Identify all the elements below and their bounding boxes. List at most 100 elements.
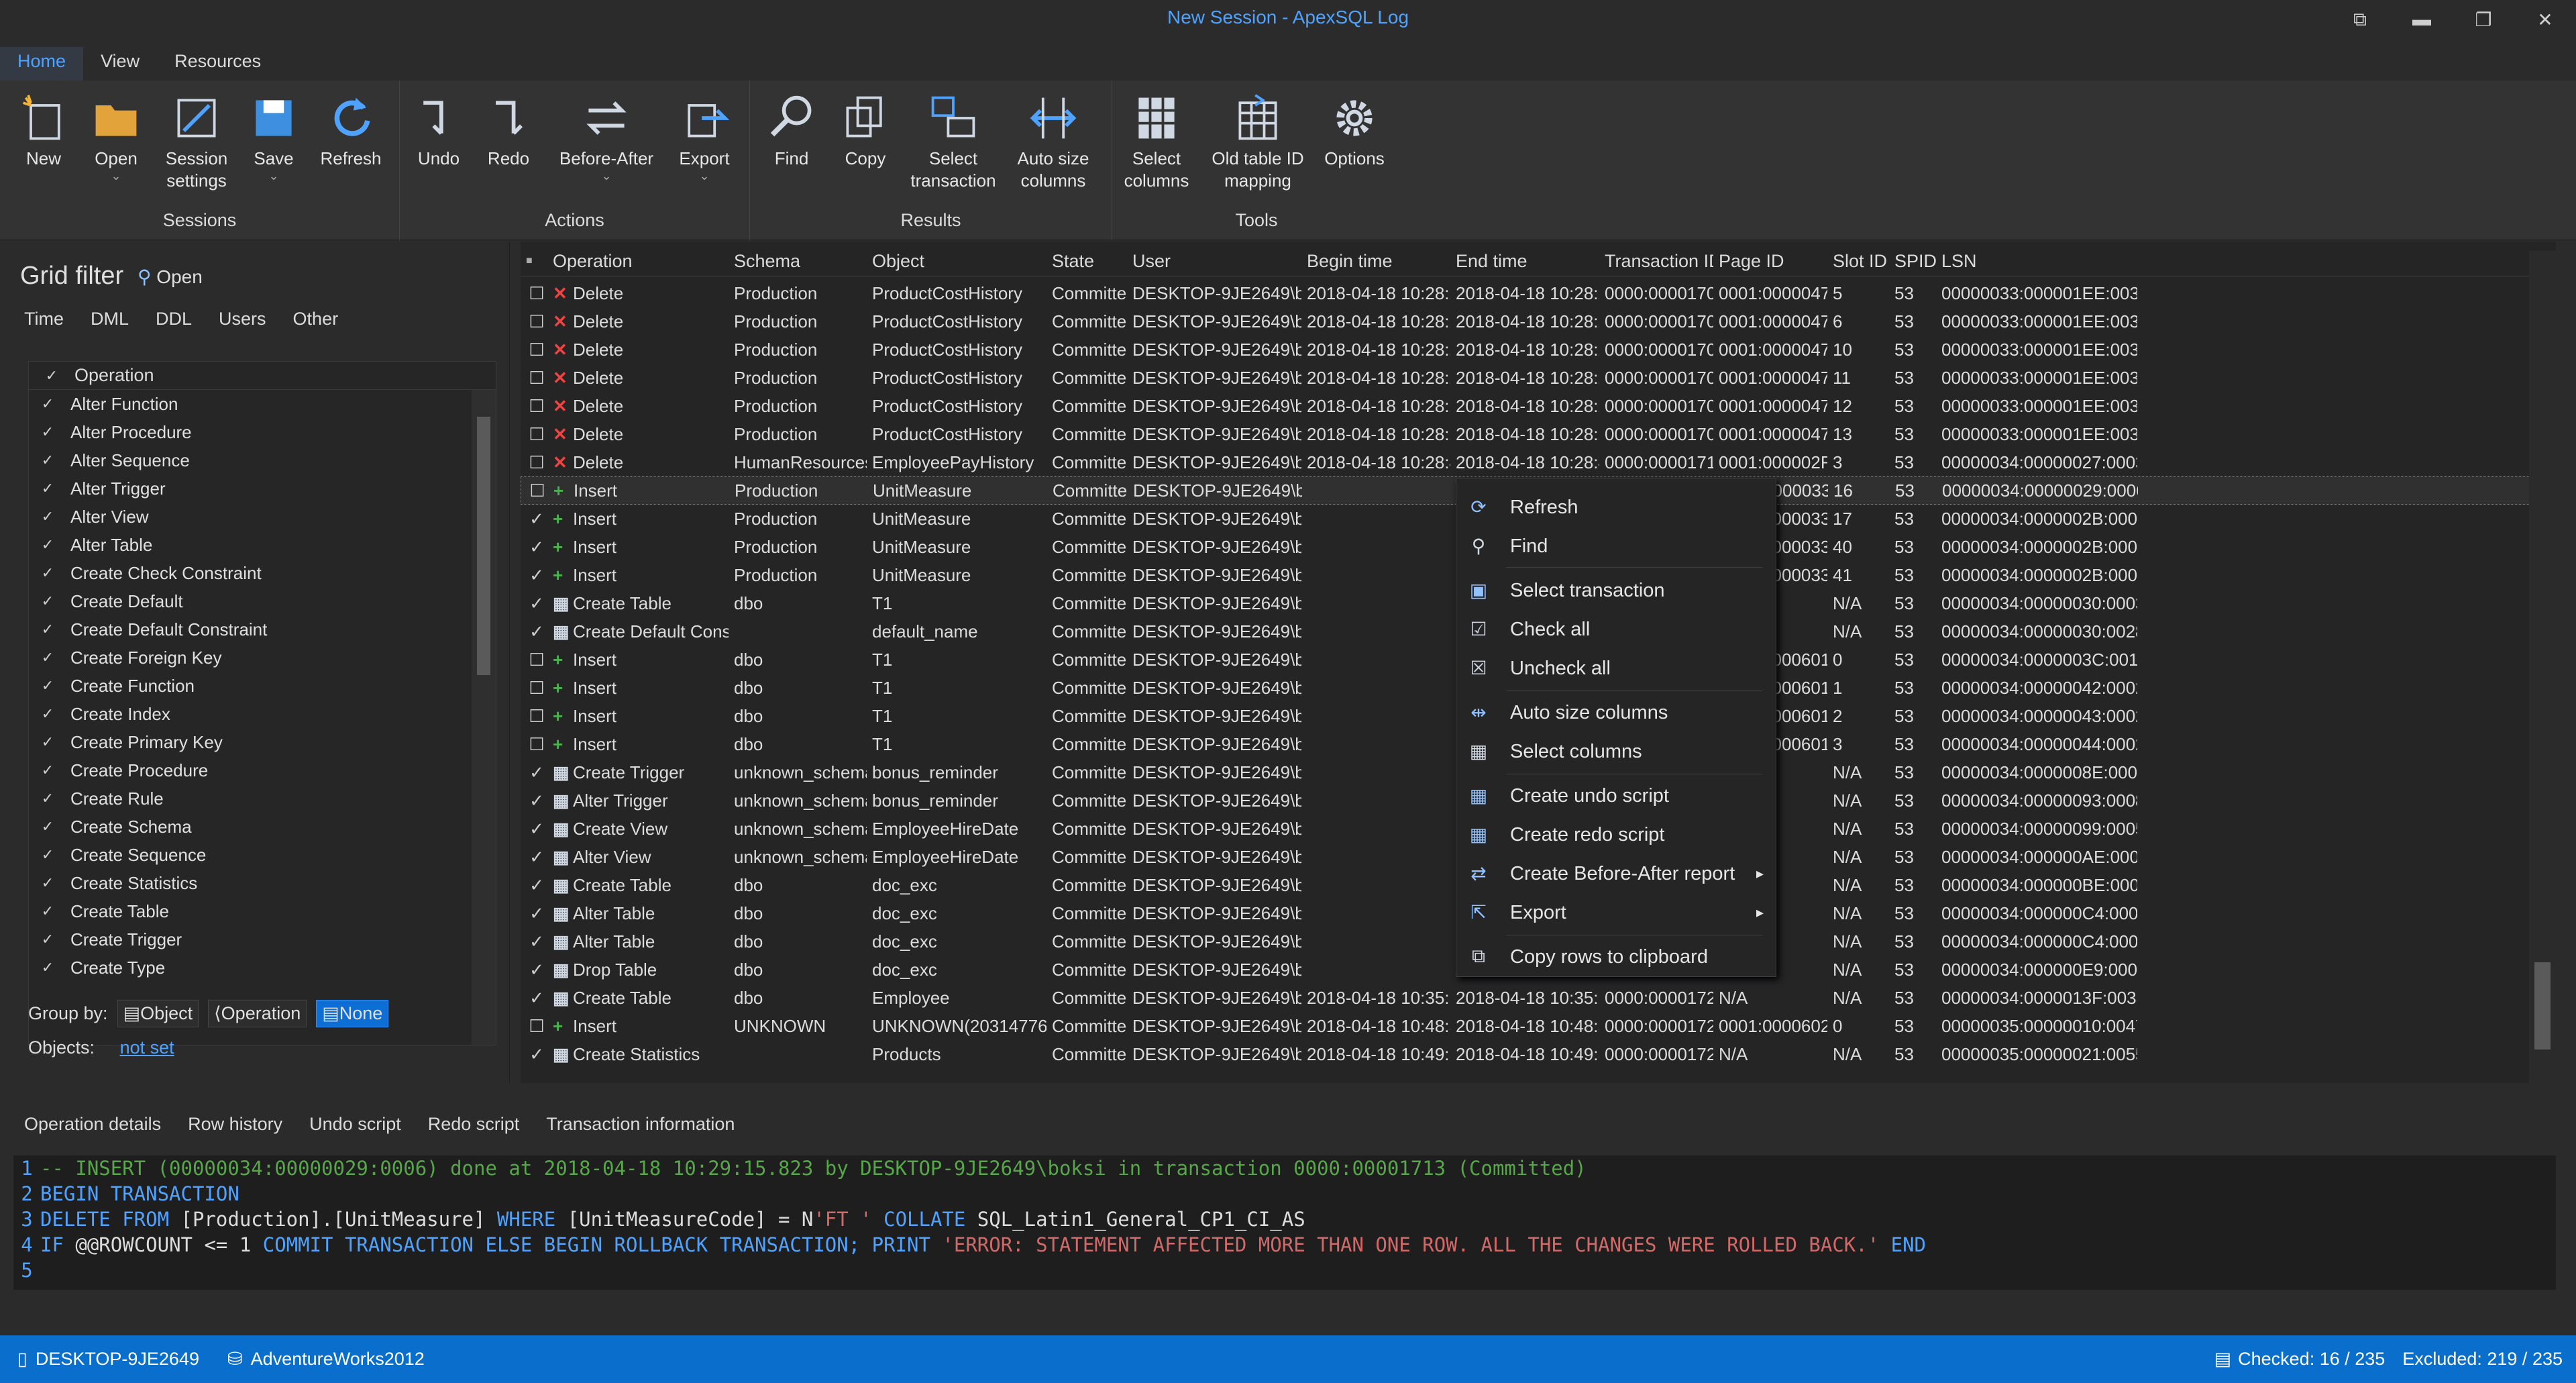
table-row[interactable]: ☐ ✕ Delete Production ProductCostHistory Comm… — [521, 364, 2533, 392]
operation-filter-item[interactable]: ✓ Create Index — [29, 700, 496, 728]
row-checkbox[interactable]: ✓ — [521, 1044, 547, 1065]
script-editor[interactable]: 1 -- INSERT (00000034:00000029:0006) done… — [13, 1156, 2556, 1313]
scrollbar-thumb[interactable] — [477, 417, 490, 675]
tab-operation-details[interactable]: Operation details — [24, 1114, 161, 1135]
operation-filter-item[interactable]: ✓ Create Default — [29, 587, 496, 615]
menu-uncheck-all[interactable]: ☒ Uncheck all — [1456, 649, 1776, 688]
maximize-button[interactable]: ❐ — [2453, 0, 2514, 39]
operation-filter-item[interactable]: ✓ Create Primary Key — [29, 728, 496, 756]
row-checkbox[interactable]: ✓ — [521, 537, 547, 558]
checkbox[interactable]: ✓ — [38, 648, 57, 667]
row-checkbox[interactable]: ☐ — [521, 424, 547, 445]
operation-filter-item[interactable]: ✓ Create Procedure — [29, 756, 496, 784]
objects-not-set-link[interactable]: not set — [120, 1037, 174, 1058]
checkbox[interactable]: ✓ — [38, 592, 57, 611]
row-checkbox[interactable]: ☐ — [521, 311, 547, 332]
checkbox[interactable]: ✓ — [38, 958, 57, 977]
table-row[interactable]: ☐ + Insert UNKNOWN UNKNOWN(203147769) Committ… — [521, 1012, 2533, 1040]
table-row[interactable]: ☐ ✕ Delete HumanResources EmployeePayHistory… — [521, 448, 2533, 476]
column-header-slot-id[interactable]: Slot ID — [1827, 251, 1889, 276]
column-header-end-time[interactable]: End time — [1450, 251, 1599, 276]
export-button[interactable]: Export ⌄ — [672, 93, 737, 182]
checkbox[interactable]: ✓ — [38, 564, 57, 582]
row-checkbox[interactable]: ✓ — [521, 819, 547, 839]
table-row[interactable]: ✓ ▦Create Statistics Products CommittedDESK… — [521, 1040, 2533, 1068]
row-checkbox[interactable]: ☐ — [521, 340, 547, 360]
tab-transaction-information[interactable]: Transaction information — [546, 1114, 735, 1135]
checkbox[interactable]: ✓ — [38, 874, 57, 892]
menu-refresh[interactable]: ⟳ Refresh — [1456, 488, 1776, 527]
menu-auto-size-columns[interactable]: ⇹ Auto size columns — [1456, 693, 1776, 732]
tab-home[interactable]: Home — [0, 47, 84, 81]
column-header-operation[interactable]: Operation — [547, 251, 729, 276]
tab-undo-script[interactable]: Undo script — [309, 1114, 401, 1135]
table-row[interactable]: ☐ ✕ Delete Production ProductCostHistory Comm… — [521, 279, 2533, 307]
checkbox[interactable]: ✓ — [38, 705, 57, 723]
column-header-begin-time[interactable]: Begin time — [1301, 251, 1450, 276]
operation-filter-item[interactable]: ✓ Create Default Constraint — [29, 615, 496, 644]
operation-filter-item[interactable]: ✓ Alter View — [29, 503, 496, 531]
tab-resources[interactable]: Resources — [157, 47, 278, 81]
column-header-lsn[interactable]: LSN — [1936, 251, 2137, 276]
row-checkbox[interactable]: ☐ — [521, 283, 547, 304]
menu-select-transaction[interactable]: ▣ Select transaction — [1456, 571, 1776, 610]
operation-filter-item[interactable]: ✓ Alter Sequence — [29, 446, 496, 474]
group-by-none-button[interactable]: ▤None — [316, 1000, 389, 1027]
checkbox[interactable]: ✓ — [38, 789, 57, 808]
checkbox[interactable]: ✓ — [38, 902, 57, 921]
filter-tab-dml[interactable]: DML — [91, 309, 129, 329]
minimize-button[interactable]: ▬ — [2391, 0, 2453, 39]
operation-filter-item[interactable]: ✓ Create Trigger — [29, 925, 496, 954]
tab-redo-script[interactable]: Redo script — [428, 1114, 520, 1135]
operation-filter-item[interactable]: ✓ Alter Procedure — [29, 418, 496, 446]
row-checkbox[interactable]: ☐ — [521, 678, 547, 699]
save-button[interactable]: Save ⌄ — [247, 93, 301, 182]
restore-layout-icon[interactable]: ⧉ — [2329, 0, 2391, 39]
filter-tab-other[interactable]: Other — [293, 309, 339, 329]
group-by-operation-button[interactable]: ⟨Operation — [208, 1000, 307, 1027]
column-header-transaction-id[interactable]: Transaction ID — [1599, 251, 1713, 276]
scrollbar-thumb[interactable] — [2534, 962, 2551, 1049]
menu-export[interactable]: ⇱ Export ▸ — [1456, 893, 1776, 932]
menu-create-redo-script[interactable]: ▦ Create redo script — [1456, 815, 1776, 854]
checkbox[interactable]: ✓ — [38, 930, 57, 949]
auto-size-columns-button[interactable]: Auto size columns — [1013, 93, 1093, 192]
select-columns-button[interactable]: Select columns — [1122, 93, 1191, 192]
refresh-button[interactable]: Refresh — [314, 93, 388, 170]
filter-tab-users[interactable]: Users — [219, 309, 266, 329]
checkbox[interactable]: ✓ — [38, 620, 57, 639]
table-row[interactable]: ☐ ✕ Delete Production ProductCostHistory Comm… — [521, 307, 2533, 336]
checkbox[interactable]: ✓ — [38, 451, 57, 470]
column-header-page-id[interactable]: Page ID — [1713, 251, 1827, 276]
select-transaction-button[interactable]: Select transaction — [910, 93, 997, 192]
row-checkbox[interactable]: ✓ — [521, 960, 547, 980]
menu-create-before-after-report[interactable]: ⇄ Create Before-After report ▸ — [1456, 854, 1776, 893]
operation-filter-item[interactable]: ✓ Create Check Constraint — [29, 559, 496, 587]
tab-view[interactable]: View — [83, 47, 157, 81]
operation-list-scrollbar[interactable] — [472, 390, 496, 1045]
select-all-column[interactable]: ■ — [521, 251, 547, 276]
editor-horizontal-scrollbar[interactable] — [13, 1291, 2556, 1313]
checkbox[interactable]: ✓ — [38, 423, 57, 442]
checkbox[interactable]: ✓ — [38, 479, 57, 498]
row-checkbox[interactable]: ✓ — [521, 593, 547, 614]
session-settings-button[interactable]: Session settings — [160, 93, 233, 192]
tab-row-history[interactable]: Row history — [188, 1114, 282, 1135]
filter-tab-time[interactable]: Time — [24, 309, 64, 329]
row-checkbox[interactable]: ☐ — [521, 734, 547, 755]
row-checkbox[interactable]: ☐ — [521, 480, 548, 501]
checkbox[interactable]: ✓ — [38, 535, 57, 554]
grid-scrollbar[interactable] — [2529, 251, 2556, 1083]
checkbox[interactable]: ✓ — [38, 395, 57, 413]
column-header-schema[interactable]: Schema — [729, 251, 867, 276]
row-checkbox[interactable]: ✓ — [521, 621, 547, 642]
group-by-object-button[interactable]: ▤Object — [117, 1000, 199, 1027]
close-button[interactable]: ✕ — [2514, 0, 2576, 39]
row-checkbox[interactable]: ☐ — [521, 452, 547, 473]
column-header-object[interactable]: Object — [867, 251, 1046, 276]
checkbox[interactable]: ✓ — [38, 507, 57, 526]
row-checkbox[interactable]: ☐ — [521, 368, 547, 389]
operation-filter-item[interactable]: ✓ Create Function — [29, 672, 496, 700]
menu-select-columns[interactable]: ▦ Select columns — [1456, 732, 1776, 771]
row-checkbox[interactable]: ✓ — [521, 903, 547, 924]
